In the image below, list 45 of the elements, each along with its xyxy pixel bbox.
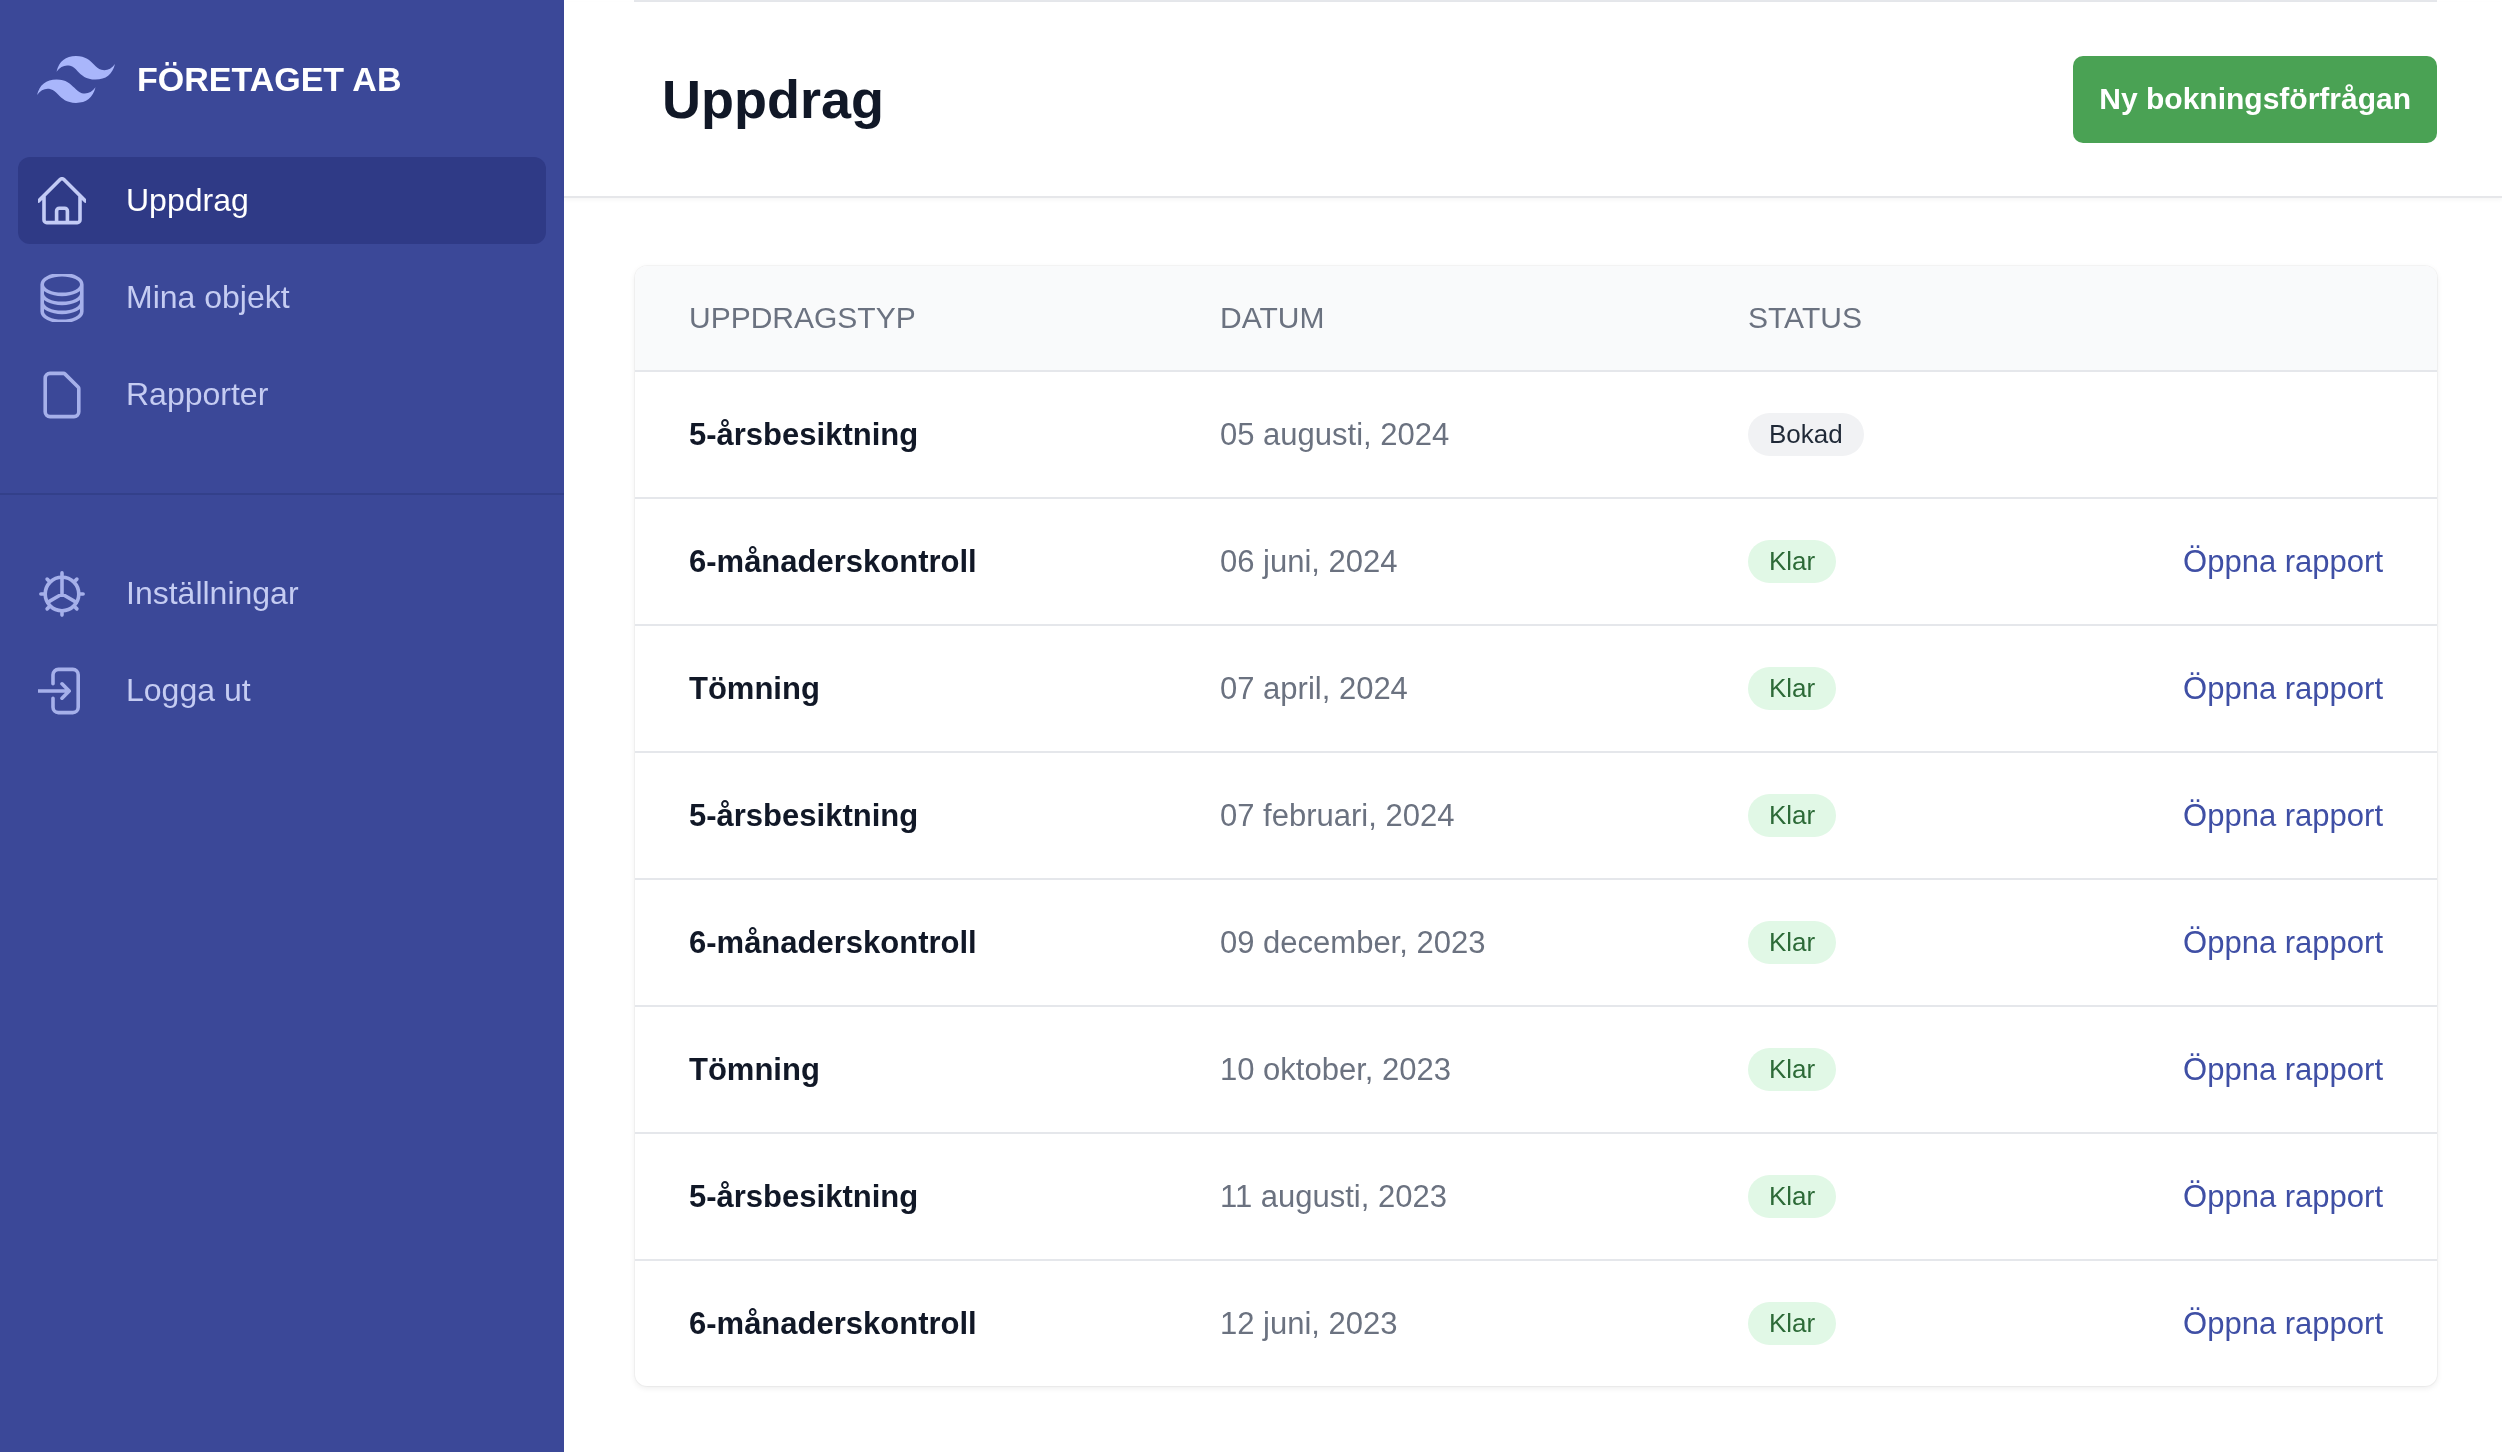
sidebar-item[interactable]: Mina objekt: [18, 254, 546, 341]
date-text: 12 juni, 2023: [1220, 1305, 1398, 1342]
gear-icon: [38, 569, 86, 618]
status-badge: Klar: [1748, 1175, 1837, 1218]
date-text: 11 augusti, 2023: [1220, 1178, 1447, 1215]
column-header: DATUM: [1220, 301, 1325, 335]
column-header: STATUS: [1748, 301, 1862, 335]
assignment-type: 6-månaderskontroll: [689, 924, 977, 961]
status-badge: Klar: [1748, 540, 1837, 583]
status-badge: Klar: [1748, 667, 1837, 710]
report-link[interactable]: Öppna rapport: [2183, 670, 2383, 707]
company-name: FÖRETAGET AB: [137, 60, 402, 99]
sidebar-item[interactable]: Rapporter: [18, 351, 546, 438]
report-link[interactable]: Öppna rapport: [2183, 1305, 2383, 1342]
assignment-type: 6-månaderskontroll: [689, 543, 977, 580]
page-title: Uppdrag: [662, 68, 884, 130]
waves-logo-icon: [37, 56, 115, 103]
sidebar-item[interactable]: Logga ut: [18, 647, 546, 734]
sidebar-item[interactable]: Inställningar: [18, 550, 546, 637]
date-text: 10 oktober, 2023: [1220, 1051, 1451, 1088]
date-text: 05 augusti, 2024: [1220, 416, 1450, 453]
database-icon: [38, 273, 86, 322]
report-link[interactable]: Öppna rapport: [2183, 797, 2383, 834]
assignment-type: Tömning: [689, 670, 820, 707]
date-text: 06 juni, 2024: [1220, 543, 1398, 580]
assignment-type: 6-månaderskontroll: [689, 1305, 977, 1342]
assignment-type: 5-årsbesiktning: [689, 416, 919, 453]
status-badge: Klar: [1748, 794, 1837, 837]
house-icon: [38, 176, 86, 225]
date-text: 07 februari, 2024: [1220, 797, 1455, 834]
report-link[interactable]: Öppna rapport: [2183, 924, 2383, 961]
sidebar-item[interactable]: Uppdrag: [18, 157, 546, 244]
assignment-type: 5-årsbesiktning: [689, 1178, 919, 1215]
column-header: UPPDRAGSTYP: [689, 301, 916, 335]
report-link[interactable]: Öppna rapport: [2183, 543, 2383, 580]
report-link[interactable]: Öppna rapport: [2183, 1178, 2383, 1215]
status-badge: Klar: [1748, 1302, 1837, 1345]
status-badge: Klar: [1748, 921, 1837, 964]
assignment-type: 5-årsbesiktning: [689, 797, 919, 834]
date-text: 09 december, 2023: [1220, 924, 1486, 961]
date-text: 07 april, 2024: [1220, 670, 1408, 707]
assignment-type: Tömning: [689, 1051, 820, 1088]
report-link[interactable]: Öppna rapport: [2183, 1051, 2383, 1088]
status-badge: Bokad: [1748, 413, 1864, 456]
status-badge: Klar: [1748, 1048, 1837, 1091]
